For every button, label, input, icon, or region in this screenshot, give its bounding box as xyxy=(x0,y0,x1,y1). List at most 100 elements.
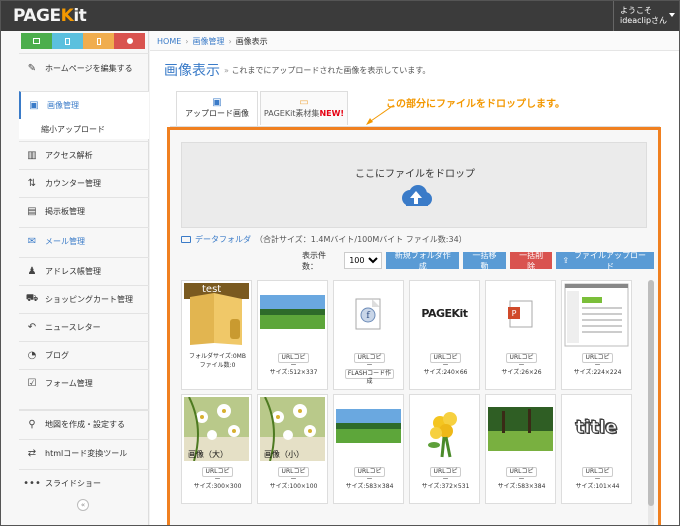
url-copy-button[interactable]: URLコピー xyxy=(202,467,233,483)
sidebar-item-shopping-cart[interactable]: ⛟ ショッピングカート管理 xyxy=(19,285,149,313)
breadcrumb-parent[interactable]: 画像管理 xyxy=(192,37,224,46)
image-card[interactable]: title URLコピー サイズ:101×44 xyxy=(561,394,632,504)
folder-icon: ▭ xyxy=(299,97,309,108)
url-copy-button[interactable]: URLコピー xyxy=(278,467,309,483)
sidebar-item-label: フォーム管理 xyxy=(45,379,93,388)
sidebar-item-map[interactable]: ⚲ 地図を作成・設定する xyxy=(19,409,149,437)
image-card[interactable]: f URLコピー FLASHコード作成 xyxy=(333,280,404,390)
url-copy-button[interactable]: URLコピー xyxy=(506,353,537,369)
image-card[interactable]: URLコピー サイズ:583×384 xyxy=(485,394,556,504)
file-upload-button[interactable]: ⇪ ファイルアップロード xyxy=(556,250,654,271)
folder-thumbnail[interactable]: test xyxy=(184,283,249,347)
grid-scrollbar[interactable] xyxy=(648,280,654,525)
url-copy-button[interactable]: URLコピー xyxy=(278,353,309,369)
image-caption-text: 画像（小） xyxy=(264,450,304,459)
ellipsis-icon: ••• xyxy=(23,478,41,489)
sidebar-item-label: メール管理 xyxy=(45,237,85,246)
help-button[interactable] xyxy=(114,33,145,49)
file-upload-label: ファイルアップロード xyxy=(574,250,647,271)
sidebar-item-label: 画像管理 xyxy=(47,101,79,110)
count-select[interactable]: 100 xyxy=(344,252,383,269)
image-thumbnail[interactable] xyxy=(564,283,629,347)
image-caption-text: 画像（大） xyxy=(188,450,228,459)
phone-icon xyxy=(96,37,101,45)
sidebar-item-label: アドレス帳管理 xyxy=(45,267,101,276)
url-copy-button[interactable]: URLコピー xyxy=(354,353,385,369)
image-thumbnail[interactable]: 画像（小） xyxy=(260,397,325,461)
tab-uploaded-images[interactable]: ▣ アップロード画像 xyxy=(176,91,258,127)
page-description-text: これまでにアップロードされた画像を表示しています。 xyxy=(231,66,431,75)
folder-card[interactable]: test フォルダサイズ:0MB ファイル数:0 xyxy=(181,280,252,390)
url-copy-button[interactable]: URLコピー xyxy=(430,467,461,483)
scrollbar-thumb[interactable] xyxy=(648,280,654,506)
file-toolbar: 表示件数： 100 新規フォルダ作成 一括移動 一括削除 ⇪ ファイルアップロード xyxy=(302,250,658,271)
image-card[interactable]: URLコピー サイズ:372×531 xyxy=(409,394,480,504)
dropzone-text: ここにファイルをドロップ xyxy=(355,169,475,180)
url-copy-button[interactable]: URLコピー xyxy=(582,353,613,369)
url-copy-button[interactable]: URLコピー xyxy=(430,353,461,369)
tablet-icon xyxy=(65,37,70,45)
url-copy-button[interactable]: URLコピー xyxy=(506,467,537,483)
sidebar-item-counter[interactable]: ⇅ カウンター管理 xyxy=(19,169,149,197)
phone-button[interactable] xyxy=(83,33,114,49)
sidebar-collapse-button[interactable]: « xyxy=(77,499,89,511)
sidebar-item-blog[interactable]: ◔ ブログ xyxy=(19,341,149,369)
bulk-move-button[interactable]: 一括移動 xyxy=(463,251,506,271)
bulk-delete-button[interactable]: 一括削除 xyxy=(509,251,553,271)
reply-icon: ↶ xyxy=(27,322,37,333)
mail-icon: ✉ xyxy=(27,236,37,247)
sidebar-item-address-book[interactable]: ♟ アドレス帳管理 xyxy=(19,257,149,285)
folder-size: フォルダサイズ:0MB xyxy=(189,353,246,360)
url-copy-button[interactable]: URLコピー xyxy=(354,467,385,483)
users-icon: ♟ xyxy=(27,266,37,277)
sidebar-item-slideshow[interactable]: ••• スライドショー xyxy=(19,469,149,497)
image-card[interactable]: URLコピー サイズ:224×224 xyxy=(561,280,632,390)
sidebar-item-label: htmlコード変換ツール xyxy=(45,449,128,458)
tab-bar: ▣ アップロード画像 ▭ PAGEKit素材集NEW! xyxy=(176,91,350,127)
username: ideaclipさん xyxy=(620,16,668,25)
image-thumbnail[interactable]: P xyxy=(488,283,553,347)
flash-code-button[interactable]: FLASHコード作成 xyxy=(345,369,394,385)
annotation-text: この部分にファイルをドロップします。 xyxy=(386,99,565,110)
image-card[interactable]: P URLコピー サイズ:26×26 xyxy=(485,280,556,390)
pagekit-logo[interactable]: PAGEKit xyxy=(13,6,87,26)
image-card[interactable]: URLコピー サイズ:583×384 xyxy=(333,394,404,504)
image-thumbnail[interactable]: PAGEKit xyxy=(412,283,477,347)
url-copy-button[interactable]: URLコピー xyxy=(582,467,613,483)
image-thumbnail[interactable]: 画像（大） xyxy=(184,397,249,461)
sidebar-item-form[interactable]: ☑ フォーム管理 xyxy=(19,369,149,397)
tablet-button[interactable] xyxy=(52,33,83,49)
image-thumbnail[interactable]: title xyxy=(564,397,629,461)
image-thumbnail[interactable] xyxy=(488,397,553,461)
image-thumbnail[interactable]: f xyxy=(336,283,401,347)
monitor-button[interactable] xyxy=(21,33,52,49)
sidebar-item-edit-homepage[interactable]: ✎ ホームページを編集する xyxy=(19,53,149,83)
sidebar-item-board[interactable]: ▤ 掲示板管理 xyxy=(19,197,149,225)
image-thumbnail[interactable] xyxy=(260,283,325,347)
breadcrumb-home[interactable]: HOME xyxy=(157,37,181,46)
folder-name[interactable]: データフォルダ xyxy=(195,234,251,245)
page-title: 画像表示 xyxy=(164,63,220,79)
image-card[interactable]: PAGEKit URLコピー サイズ:240×66 xyxy=(409,280,480,390)
file-dropzone[interactable]: ここにファイルをドロップ xyxy=(181,142,647,228)
sidebar-item-mail[interactable]: ✉ メール管理 xyxy=(19,227,149,255)
image-card[interactable]: 画像（大） URLコピー サイズ:300×300 xyxy=(181,394,252,504)
svg-text:P: P xyxy=(512,309,517,318)
image-thumbnail[interactable] xyxy=(336,397,401,461)
sidebar-item-newsletter[interactable]: ↶ ニュースレター xyxy=(19,313,149,341)
sidebar-item-access-analysis[interactable]: ▥ アクセス解析 xyxy=(19,141,149,169)
title-text-image: title xyxy=(575,417,618,439)
tab-pagekit-materials[interactable]: ▭ PAGEKit素材集NEW! xyxy=(260,91,348,125)
sidebar-item-label: 縮小アップロード xyxy=(41,124,105,134)
image-thumbnail[interactable] xyxy=(412,397,477,461)
user-menu[interactable]: ようこそ ideaclipさん xyxy=(613,1,679,31)
image-card[interactable]: 画像（小） URLコピー サイズ:100×100 xyxy=(257,394,328,504)
sidebar-subitem-resize-upload[interactable]: 縮小アップロード xyxy=(19,119,149,139)
sidebar-item-label: ニュースレター xyxy=(45,323,101,332)
page-description: » これまでにアップロードされた画像を表示しています。 xyxy=(224,65,430,76)
sidebar-item-image-manager[interactable]: ▣ 画像管理 xyxy=(19,91,149,119)
app-window: PAGEKit ようこそ ideaclipさん ✎ ホームページを編集する ▣ 画像… xyxy=(0,0,680,526)
sidebar-item-html-converter[interactable]: ⇄ htmlコード変換ツール xyxy=(19,439,149,467)
new-folder-button[interactable]: 新規フォルダ作成 xyxy=(386,251,460,271)
image-card[interactable]: URLコピー サイズ:512×337 xyxy=(257,280,328,390)
